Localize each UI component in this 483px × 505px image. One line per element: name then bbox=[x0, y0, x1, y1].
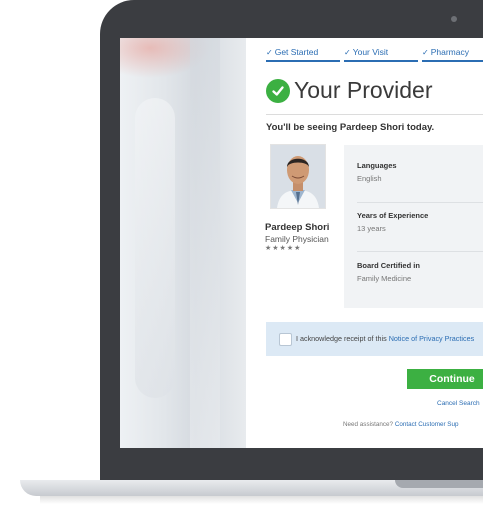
acknowledge-checkbox[interactable] bbox=[279, 333, 292, 346]
background-blur bbox=[190, 38, 220, 448]
provider-name: Pardeep Shori bbox=[265, 222, 330, 233]
contact-support-link[interactable]: Contact Customer Sup bbox=[395, 421, 459, 428]
step-get-started[interactable]: ✓ Get Started bbox=[266, 47, 340, 62]
step-label: Pharmacy bbox=[430, 47, 469, 57]
background-photo bbox=[120, 38, 246, 448]
continue-button[interactable]: Continue bbox=[407, 369, 483, 389]
checkmark-icon: ✓ bbox=[344, 48, 351, 57]
acknowledge-label: I acknowledge receipt of this Notice of … bbox=[296, 334, 474, 343]
acknowledge-text: I acknowledge receipt of this bbox=[296, 334, 389, 343]
checkmark-icon: ✓ bbox=[266, 48, 273, 57]
details-divider bbox=[357, 251, 483, 252]
step-label: Your Visit bbox=[352, 47, 389, 57]
laptop-base-notch bbox=[395, 480, 483, 488]
privacy-acknowledgement: I acknowledge receipt of this Notice of … bbox=[266, 322, 483, 356]
provider-panel: ✓ Get Started ✓ Your Visit ✓ Pharmacy Your … bbox=[246, 38, 483, 448]
page-title: Your Provider bbox=[294, 77, 433, 103]
provider-details: Languages English Years of Experience 13… bbox=[344, 145, 483, 308]
privacy-notice-link[interactable]: Notice of Privacy Practices bbox=[389, 334, 474, 343]
checkmark-icon: ✓ bbox=[422, 48, 429, 57]
checkmark-icon bbox=[272, 85, 284, 96]
camera-icon bbox=[451, 16, 457, 22]
check-circle-icon bbox=[266, 78, 290, 103]
languages-label: Languages bbox=[357, 161, 397, 170]
provider-photo bbox=[271, 145, 325, 208]
board-value: Family Medicine bbox=[357, 274, 412, 283]
board-label: Board Certified in bbox=[357, 261, 420, 270]
details-divider bbox=[357, 202, 483, 203]
assistance-text: Need assistance? Contact Customer Sup bbox=[343, 421, 459, 428]
laptop-screen: ✓ Get Started ✓ Your Visit ✓ Pharmacy Your … bbox=[120, 38, 483, 448]
step-your-visit[interactable]: ✓ Your Visit bbox=[344, 47, 418, 62]
step-label: Get Started bbox=[274, 47, 319, 57]
rating-stars: ★★★★★ bbox=[265, 245, 302, 252]
languages-value: English bbox=[357, 174, 382, 183]
experience-label: Years of Experience bbox=[357, 211, 429, 220]
experience-value: 13 years bbox=[357, 224, 386, 233]
progress-steps: ✓ Get Started ✓ Your Visit ✓ Pharmacy bbox=[266, 47, 483, 62]
laptop-shadow bbox=[40, 496, 483, 504]
background-blur bbox=[135, 98, 175, 398]
provider-intro: You'll be seeing Pardeep Shori today. bbox=[266, 122, 435, 133]
provider-avatar bbox=[270, 144, 326, 209]
divider bbox=[266, 114, 483, 115]
assist-text: Need assistance? bbox=[343, 421, 395, 428]
provider-specialty: Family Physician bbox=[265, 234, 329, 244]
step-pharmacy[interactable]: ✓ Pharmacy bbox=[422, 47, 483, 62]
page-header: Your Provider bbox=[266, 77, 433, 104]
cancel-search-link[interactable]: Cancel Search bbox=[437, 400, 480, 407]
